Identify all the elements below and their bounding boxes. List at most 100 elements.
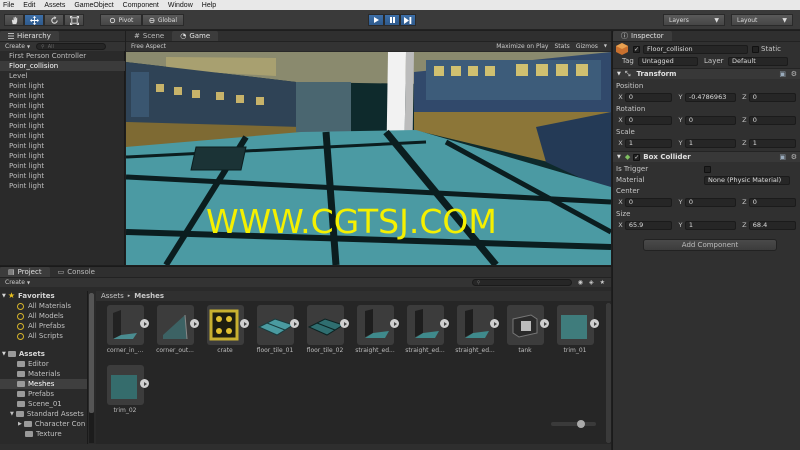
play-preview-icon[interactable] [240, 319, 249, 328]
menu-gameobject[interactable]: GameObject [74, 2, 113, 9]
asset-item[interactable]: tank [500, 305, 550, 360]
gear-icon[interactable]: ⚙ [791, 70, 797, 78]
pause-button[interactable] [384, 14, 400, 26]
rotate-tool-button[interactable] [44, 14, 64, 26]
hierarchy-item-selected[interactable]: Floor_collision [0, 61, 125, 71]
tab-game[interactable]: ◔ Game [172, 31, 219, 41]
add-component-button[interactable]: Add Component [643, 239, 777, 251]
center-y-field[interactable]: 0 [684, 197, 736, 207]
scale-tool-button[interactable] [64, 14, 84, 26]
size-x-field[interactable]: 65.9 [624, 220, 673, 230]
hierarchy-item[interactable]: Point light [0, 111, 125, 121]
asset-item[interactable]: corner_out... [150, 305, 200, 360]
rotation-x-field[interactable]: 0 [624, 115, 673, 125]
is-trigger-checkbox[interactable] [704, 165, 711, 173]
center-x-field[interactable]: 0 [624, 197, 673, 207]
hierarchy-item[interactable]: Point light [0, 121, 125, 131]
folder-item-selected[interactable]: Meshes [0, 379, 87, 389]
project-search-input[interactable]: ⚲ [471, 279, 572, 286]
folder-item[interactable]: Scene_01 [0, 399, 87, 409]
favorite-item[interactable]: All Prefabs [0, 321, 87, 331]
hierarchy-search-input[interactable]: ⚲ All [36, 43, 107, 50]
hierarchy-item[interactable]: First Person Controller [0, 51, 125, 61]
object-active-checkbox[interactable]: ✓ [633, 45, 640, 53]
menu-file[interactable]: File [3, 2, 14, 9]
menu-edit[interactable]: Edit [23, 2, 35, 9]
play-preview-icon[interactable] [590, 319, 599, 328]
step-button[interactable] [400, 14, 416, 26]
tree-scrollbar-thumb[interactable] [89, 293, 94, 413]
box-collider-header[interactable]: ▼ ◆ ✓ Box Collider ▣ ⚙ [613, 151, 800, 162]
play-preview-icon[interactable] [490, 319, 499, 328]
asset-item[interactable]: straight_ed... [450, 305, 500, 360]
size-y-field[interactable]: 1 [684, 220, 736, 230]
tab-project[interactable]: ▤ Project [0, 267, 50, 277]
thumbnail-size-slider[interactable] [551, 420, 596, 428]
pivot-button[interactable]: Pivot [100, 14, 142, 26]
folder-item[interactable]: ▼ Standard Assets [0, 409, 87, 419]
hierarchy-item[interactable]: Point light [0, 151, 125, 161]
play-preview-icon[interactable] [190, 319, 199, 328]
object-name-field[interactable]: Floor_collision [643, 44, 748, 54]
slider-knob[interactable] [577, 420, 585, 428]
hierarchy-item[interactable]: Point light [0, 91, 125, 101]
asset-item[interactable]: crate [200, 305, 250, 360]
layout-dropdown[interactable]: Layout ▼ [731, 14, 793, 26]
scale-z-field[interactable]: 1 [748, 138, 796, 148]
hierarchy-item[interactable]: Point light [0, 181, 125, 191]
folder-item[interactable]: ▶ Character Con [0, 419, 87, 429]
asset-item[interactable]: corner_in_... [100, 305, 150, 360]
material-field[interactable]: None (Physic Material) [704, 175, 790, 185]
stats-toggle[interactable]: Stats [554, 43, 569, 50]
favorite-item[interactable]: All Materials [0, 301, 87, 311]
play-preview-icon[interactable] [540, 319, 549, 328]
size-z-field[interactable]: 68.4 [748, 220, 796, 230]
folder-item[interactable]: Materials [0, 369, 87, 379]
tag-dropdown[interactable]: Untagged [638, 56, 698, 66]
aspect-dropdown[interactable]: Free Aspect [131, 43, 166, 50]
favorite-item[interactable]: All Scripts [0, 331, 87, 341]
hierarchy-item[interactable]: Point light [0, 81, 125, 91]
hierarchy-create-button[interactable]: Create [5, 43, 25, 50]
tab-hierarchy[interactable]: Hierarchy [0, 31, 59, 41]
global-button[interactable]: Global [142, 14, 184, 26]
move-tool-button[interactable] [24, 14, 44, 26]
rotation-z-field[interactable]: 0 [748, 115, 796, 125]
filter-type-icon[interactable]: ◉ [578, 279, 583, 286]
asset-item[interactable]: floor_tile_02 [300, 305, 350, 360]
breadcrumb-current[interactable]: Meshes [134, 292, 164, 300]
asset-item[interactable]: trim_01 [550, 305, 600, 360]
hierarchy-item[interactable]: Point light [0, 101, 125, 111]
layer-dropdown[interactable]: Default [728, 56, 788, 66]
play-button[interactable] [368, 14, 384, 26]
play-preview-icon[interactable] [440, 319, 449, 328]
tab-console[interactable]: ▭ Console [50, 267, 103, 277]
asset-item[interactable]: straight_ed... [400, 305, 450, 360]
position-x-field[interactable]: 0 [624, 92, 673, 102]
help-icon[interactable]: ▣ [779, 153, 786, 161]
tab-scene[interactable]: # Scene [126, 31, 172, 41]
asset-item[interactable]: straight_ed... [350, 305, 400, 360]
star-filter-icon[interactable]: ★ [600, 279, 605, 286]
hand-tool-button[interactable] [4, 14, 24, 26]
folder-item[interactable]: Texture [0, 429, 87, 439]
tree-scrollbar[interactable] [89, 293, 94, 443]
asset-item[interactable]: floor_tile_01 [250, 305, 300, 360]
menu-component[interactable]: Component [123, 2, 159, 9]
project-create-button[interactable]: Create [5, 279, 25, 286]
favorites-header[interactable]: ▼ ★ Favorites [0, 291, 87, 301]
position-y-field[interactable]: -0.4786963 [684, 92, 736, 102]
gizmos-dropdown[interactable]: Gizmos [576, 43, 598, 50]
center-z-field[interactable]: 0 [748, 197, 796, 207]
play-preview-icon[interactable] [140, 319, 149, 328]
favorite-item[interactable]: All Models [0, 311, 87, 321]
maximize-on-play-toggle[interactable]: Maximize on Play [496, 43, 548, 50]
assets-header[interactable]: ▼ Assets [0, 349, 87, 359]
collider-enabled-checkbox[interactable]: ✓ [633, 153, 641, 161]
hierarchy-item[interactable]: Level [0, 71, 125, 81]
position-z-field[interactable]: 0 [748, 92, 796, 102]
menu-window[interactable]: Window [168, 2, 193, 9]
help-icon[interactable]: ▣ [779, 70, 786, 78]
rotation-y-field[interactable]: 0 [684, 115, 736, 125]
transform-header[interactable]: ▼ ⤡ Transform ▣ ⚙ [613, 68, 800, 79]
